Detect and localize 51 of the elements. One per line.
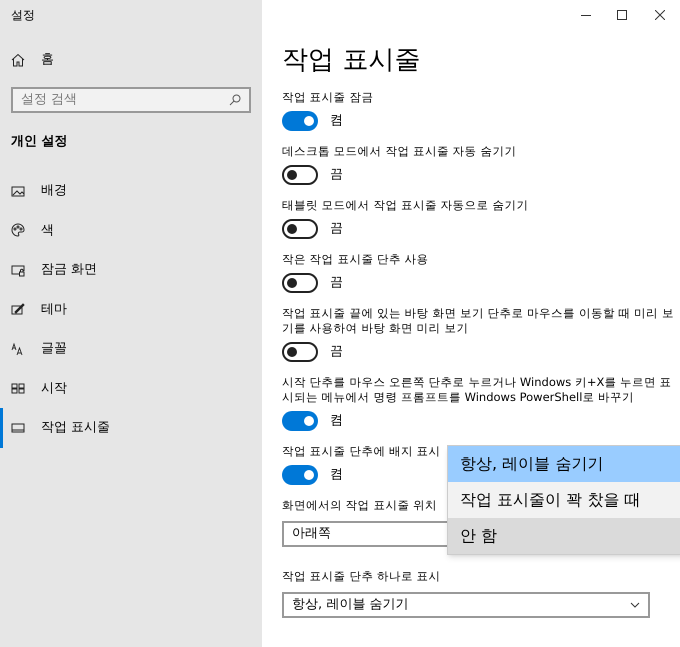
page-title: 작업 표시줄 bbox=[282, 44, 422, 77]
toggle-state: 끔 bbox=[330, 220, 343, 238]
nav-item[interactable]: 테마 bbox=[11, 290, 251, 329]
setting-label: 작업 표시줄 끝에 있는 바탕 화면 보기 단추로 마우스를 이동할 때 미리 보기를 사용하여 바탕 화면 미리 보기 bbox=[282, 306, 675, 336]
font-icon bbox=[11, 342, 25, 356]
search-icon bbox=[229, 94, 241, 106]
search-field[interactable]: 설정 검색 bbox=[11, 87, 251, 113]
chevron-down-icon bbox=[630, 602, 640, 608]
toggle-switch[interactable] bbox=[282, 165, 318, 185]
maximize-icon bbox=[617, 10, 627, 20]
dropdown[interactable]: 항상, 레이블 숨기기 bbox=[282, 592, 650, 618]
home-link[interactable]: 홈 bbox=[11, 43, 251, 77]
toggle-state: 끔 bbox=[330, 343, 343, 362]
menu-option[interactable]: 작업 표시줄이 꽉 찼을 때 bbox=[448, 482, 680, 518]
setting-label: 작업 표시줄 단추에 배지 표시 bbox=[282, 444, 441, 459]
setting-label: 데스크톱 모드에서 작업 표시줄 자동 숨기기 bbox=[282, 144, 516, 159]
toggle-state: 켬 bbox=[330, 412, 343, 430]
nav-item[interactable]: 배경 bbox=[11, 171, 251, 210]
menu-option[interactable]: 안 함 bbox=[448, 518, 680, 554]
close-icon bbox=[655, 10, 665, 20]
lock-screen-icon bbox=[11, 262, 25, 277]
taskbar-icon bbox=[11, 420, 25, 435]
minimize-icon bbox=[581, 14, 591, 16]
toggle-switch[interactable] bbox=[282, 219, 318, 239]
toggle-switch[interactable] bbox=[282, 411, 318, 431]
toggle-switch[interactable] bbox=[282, 111, 318, 131]
setting-label: 시작 단추를 마우스 오른쪽 단추로 누르거나 Windows 키+X를 누르면 표시되는 메뉴에서 명령 프롬프트를 Windows PowerShell로 바꾸기 bbox=[282, 375, 673, 405]
palette-icon bbox=[11, 223, 25, 238]
setting-label: 작업 표시줄 잠금 bbox=[282, 90, 374, 105]
setting-label: 화면에서의 작업 표시줄 위치 bbox=[282, 498, 437, 513]
setting-label: 작은 작업 표시줄 단추 사용 bbox=[282, 252, 429, 267]
setting-label: 작업 표시줄 단추 하나로 표시 bbox=[282, 569, 441, 584]
toggle-state: 끔 bbox=[330, 166, 343, 184]
nav-item[interactable]: 색 bbox=[11, 210, 251, 250]
section-heading: 개인 설정 bbox=[11, 133, 68, 152]
toggle-state: 켬 bbox=[330, 466, 343, 484]
theme-icon bbox=[11, 302, 25, 316]
home-icon bbox=[11, 53, 25, 67]
toggle-switch[interactable] bbox=[282, 465, 318, 485]
setting-label: 태블릿 모드에서 작업 표시줄 자동으로 숨기기 bbox=[282, 198, 528, 213]
toggle-switch[interactable] bbox=[282, 342, 318, 362]
menu-option[interactable]: 항상, 레이블 숨기기 bbox=[448, 446, 680, 482]
nav-item[interactable]: 시작 bbox=[11, 368, 251, 408]
start-icon bbox=[11, 381, 25, 396]
picture-icon bbox=[11, 184, 25, 198]
window-title: 설정 bbox=[11, 7, 35, 24]
nav-item[interactable]: 잠금 화면 bbox=[11, 250, 251, 290]
toggle-switch[interactable] bbox=[282, 273, 318, 293]
toggle-state: 끔 bbox=[330, 274, 343, 292]
nav-item[interactable]: 글꼴 bbox=[11, 329, 251, 368]
toggle-state: 켬 bbox=[330, 112, 343, 130]
